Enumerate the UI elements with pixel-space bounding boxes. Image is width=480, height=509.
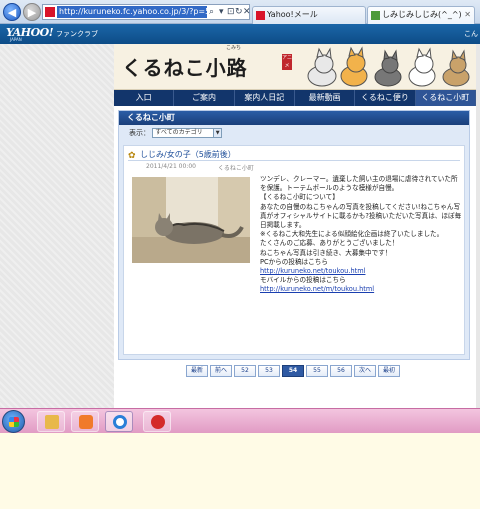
page-background — [0, 44, 114, 433]
address-bar[interactable]: http://kuruneko.fc.yahoo.co.jp/3/?p=54 ⌕… — [42, 4, 251, 20]
site-favicon-icon — [45, 7, 55, 17]
article-body: ツンデレ、クレーマー。遺棄した飼い主の退場に虐待されていた所を保護。トーテムポー… — [260, 175, 464, 295]
category-select-value: すべてのカテゴリ — [155, 129, 203, 136]
category-select[interactable]: すべてのカテゴリ ▼ — [152, 128, 223, 138]
windows-logo-icon — [9, 417, 19, 427]
address-url[interactable]: http://kuruneko.fc.yahoo.co.jp/3/?p=54 — [57, 6, 207, 18]
article-paragraph: ねこちゃん写真は引き続き、大募集中です！ — [260, 248, 392, 257]
nav-item-komachi[interactable]: くるねこ小町 — [415, 90, 476, 106]
greeting-text: こん — [464, 30, 478, 38]
tab-label: しみじみしじみ(^_^) — [382, 10, 462, 19]
mobile-submit-label: モバイルからの投稿はこちら — [260, 276, 346, 285]
taskbar-app[interactable] — [143, 411, 171, 432]
panel-title: くるねこ小町 — [119, 111, 469, 125]
yahoo-favicon-icon — [256, 11, 265, 20]
article-paragraph: 【くるねこ小町について】 — [260, 193, 339, 202]
back-arrow-icon[interactable]: ◀ — [3, 3, 21, 21]
folder-icon — [45, 415, 59, 429]
title-divider — [128, 160, 460, 161]
stop-icon[interactable]: ✕ — [243, 5, 251, 19]
close-tab-icon[interactable]: ✕ — [464, 7, 471, 23]
nav-item-diary[interactable]: 案内人日記 — [235, 90, 295, 106]
search-icon[interactable]: ⌕ — [209, 5, 214, 19]
page-button-52[interactable]: 52 — [234, 365, 256, 377]
page-button-55[interactable]: 55 — [306, 365, 328, 377]
article-paragraph: PCからの投稿はこちら — [260, 257, 328, 266]
chevron-down-icon[interactable]: ▼ — [213, 129, 222, 137]
article-paragraph: あなたの自慢のねこちゃんの写真を投稿してください!ねこちゃん写真がオフィシャルサ… — [260, 202, 462, 230]
page-button-current[interactable]: 54 — [282, 365, 304, 377]
prev-page-button[interactable]: 前へ — [210, 365, 232, 377]
site-nav: 入口 ご案内 案内人日記 最新動画 くるねこ便り くるねこ小町 — [114, 90, 476, 106]
dropdown-icon[interactable]: ▾ — [219, 5, 224, 19]
media-player-icon — [79, 415, 93, 429]
article-author[interactable]: くるねこ小町 — [218, 163, 254, 172]
taskbar — [0, 408, 480, 433]
nav-item-news[interactable]: くるねこ便り — [355, 90, 416, 106]
app-icon — [151, 415, 165, 429]
cat-photo[interactable] — [132, 177, 250, 263]
taskbar-explorer[interactable] — [37, 411, 65, 432]
pagination: 最新 前へ 52 53 54 55 56 次へ 最初 — [186, 365, 400, 377]
taskbar-media-player[interactable] — [71, 411, 99, 432]
browser-tab-mail[interactable]: Yahoo!メール — [252, 6, 366, 24]
page-button-53[interactable]: 53 — [258, 365, 280, 377]
anime-badge: アニメ — [282, 54, 292, 70]
filter-label: 表示： — [129, 129, 150, 137]
nav-item-videos[interactable]: 最新動画 — [295, 90, 356, 106]
article-paragraph: ツンデレ、クレーマー。遺棄した飼い主の退場に虐待されていた所を保護。トーテムポー… — [260, 175, 458, 193]
start-button[interactable] — [2, 410, 25, 433]
content-panel: くるねこ小町 表示： すべてのカテゴリ ▼ ✿ しじみ/女の子（5歳前後） 201… — [118, 110, 470, 360]
taskbar-internet-explorer[interactable] — [105, 411, 133, 432]
cats-illustration-icon — [307, 46, 470, 87]
security-icon: ⊡ — [227, 7, 235, 17]
page-background-right — [476, 44, 480, 433]
filter-row: 表示： すべてのカテゴリ ▼ — [119, 125, 469, 141]
page-button-56[interactable]: 56 — [330, 365, 352, 377]
tab-label: Yahoo!メール — [267, 10, 318, 19]
fanclub-link[interactable]: ファンクラブ — [56, 29, 98, 39]
yahoo-header: YAHOO! JAPAN ファンクラブ こん — [0, 24, 480, 44]
nav-item-guide[interactable]: ご案内 — [174, 90, 235, 106]
refresh-icon[interactable]: ↻ — [235, 5, 243, 19]
article-card: ✿ しじみ/女の子（5歳前後） 2011/4/21 00:00 くるねこ小町 ツン… — [123, 145, 465, 355]
page-favicon-icon — [371, 11, 380, 20]
browser-tab-active[interactable]: しみじみしじみ(^_^) ✕ — [367, 6, 475, 24]
pc-submit-link[interactable]: http://kuruneko.net/toukou.html — [260, 267, 365, 275]
article-title-text[interactable]: しじみ/女の子（5歳前後） — [140, 150, 236, 159]
mobile-submit-link[interactable]: http://kuruneko.net/m/toukou.html — [260, 285, 374, 293]
browser-window: ◀ ▶ http://kuruneko.fc.yahoo.co.jp/3/?p=… — [0, 0, 480, 433]
nav-item-entrance[interactable]: 入口 — [114, 90, 175, 106]
first-page-button[interactable]: 最初 — [378, 365, 400, 377]
browser-toolbar: ◀ ▶ http://kuruneko.fc.yahoo.co.jp/3/?p=… — [0, 0, 480, 24]
yahoo-logo-sub: JAPAN — [10, 37, 22, 42]
latest-page-button[interactable]: 最新 — [186, 365, 208, 377]
site-logo-ruby: こみち — [226, 45, 242, 51]
site-logo[interactable]: くるねこ小路 — [122, 52, 248, 81]
article-date: 2011/4/21 00:00 — [146, 163, 196, 170]
next-page-button[interactable]: 次へ — [354, 365, 376, 377]
internet-explorer-icon — [113, 415, 127, 429]
forward-arrow-icon[interactable]: ▶ — [23, 3, 41, 21]
site-header: くるねこ小路 こみち アニメ — [114, 44, 476, 90]
article-paragraph: たくさんのご応募、ありがとうございました！ — [260, 239, 399, 248]
